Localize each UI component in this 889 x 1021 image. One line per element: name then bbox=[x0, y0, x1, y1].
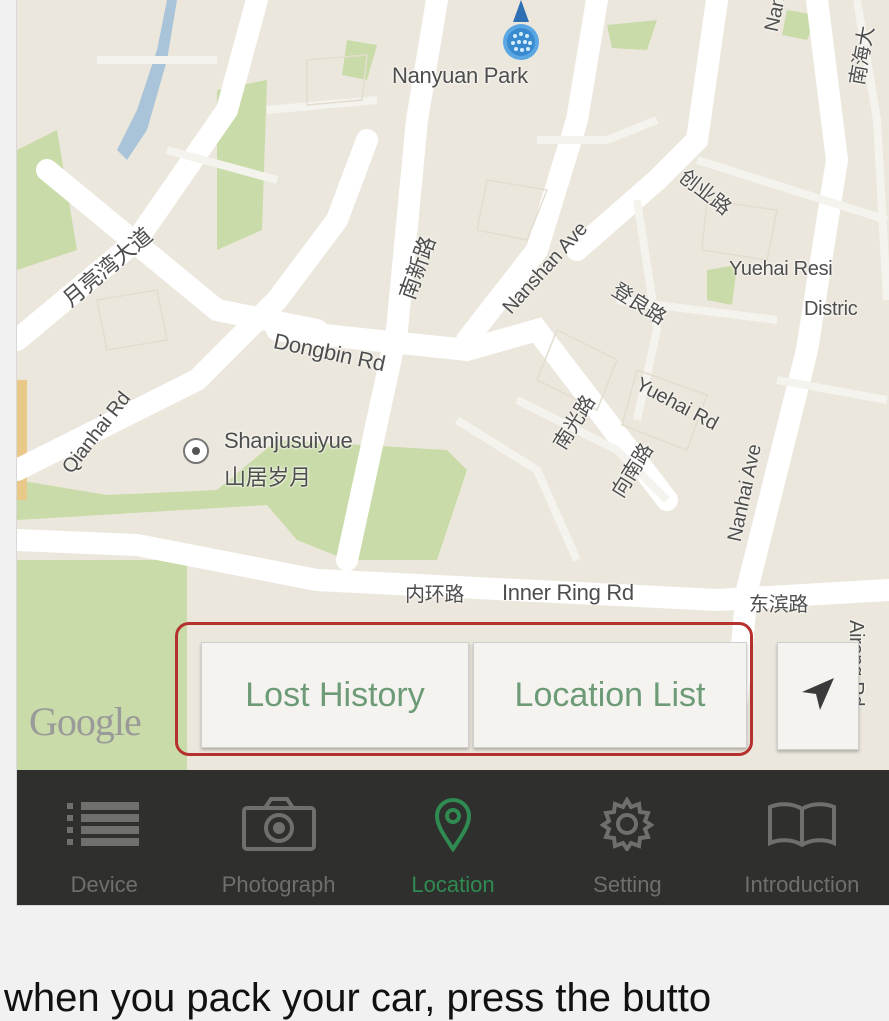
poi-marker-icon[interactable] bbox=[183, 438, 209, 464]
gear-icon bbox=[600, 796, 655, 852]
tab-photograph[interactable]: Photograph bbox=[191, 770, 365, 905]
location-list-button[interactable]: Location List bbox=[473, 642, 747, 748]
map-view[interactable]: Nanyuan Park Nanguang Rd 南海大 创业路 Yuehai … bbox=[17, 0, 889, 770]
tab-label: Location bbox=[411, 872, 495, 897]
tab-label: Setting bbox=[593, 872, 662, 897]
list-icon bbox=[67, 796, 141, 852]
map-label-yuehai-resi: Yuehai Resi bbox=[729, 258, 833, 280]
tab-label: Introduction bbox=[744, 872, 860, 897]
google-logo: Google bbox=[29, 699, 142, 744]
map-label-district: Distric bbox=[804, 298, 858, 320]
tab-label: Photograph bbox=[221, 872, 336, 897]
tab-device[interactable]: Device bbox=[17, 770, 191, 905]
camera-icon bbox=[241, 796, 317, 852]
map-label-shanjusuiyue-zh: 山居岁月 bbox=[224, 466, 311, 491]
tab-bar: Device Photograph Location Setting Intro… bbox=[17, 770, 889, 905]
caption-text: when you pack your car, press the butto bbox=[4, 976, 712, 1020]
lost-history-button[interactable]: Lost History bbox=[201, 642, 469, 748]
navigation-arrow-button[interactable] bbox=[777, 642, 859, 750]
tab-introduction[interactable]: Introduction bbox=[715, 770, 889, 905]
map-label-dongbin-zh: 东滨路 bbox=[749, 592, 809, 616]
map-pin-icon[interactable] bbox=[499, 0, 543, 71]
map-action-buttons: Lost History Location List bbox=[201, 642, 747, 752]
phone-screen: Nanyuan Park Nanguang Rd 南海大 创业路 Yuehai … bbox=[17, 0, 889, 905]
location-pin-icon bbox=[433, 796, 473, 852]
tab-setting[interactable]: Setting bbox=[540, 770, 714, 905]
tab-location[interactable]: Location bbox=[366, 770, 540, 905]
tab-label: Device bbox=[70, 872, 138, 897]
map-label-nanyuan-park: Nanyuan Park bbox=[392, 63, 528, 88]
map-label-shanjusuiyue: Shanjusuiyue bbox=[224, 428, 353, 453]
map-label-inner-ring-zh: 内环路 bbox=[405, 582, 465, 606]
map-label-inner-ring-rd: Inner Ring Rd bbox=[502, 580, 634, 605]
book-icon bbox=[767, 796, 837, 852]
navigation-arrow-icon bbox=[798, 674, 838, 719]
